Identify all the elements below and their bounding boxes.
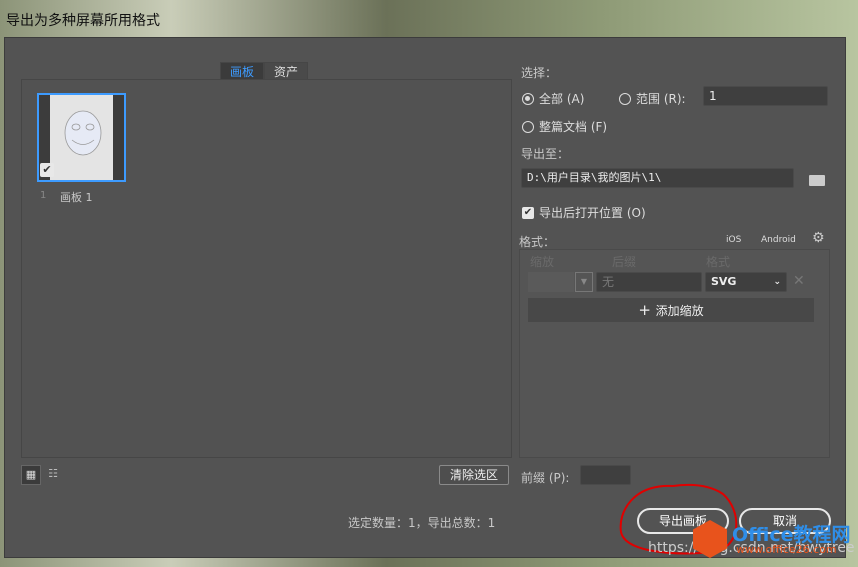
artboard-index: 1: [40, 190, 47, 201]
export-dialog: 画板 资产 ✔ 1 画板 1 ▦ ☷ 清除选区 前缀 (P): 选择： 全部 (…: [4, 37, 846, 558]
radio-whole-document[interactable]: 整篇文档 (F): [522, 118, 607, 135]
android-preset-button[interactable]: Android: [761, 235, 796, 245]
radio-all-label: 全部 (A): [539, 92, 585, 106]
gear-icon[interactable]: ⚙: [812, 230, 825, 246]
format-label: 格式：: [519, 235, 556, 249]
title-bar[interactable]: 导出为多种屏幕所用格式: [0, 0, 858, 36]
grid-view-icon[interactable]: ▦: [21, 465, 41, 485]
watermark-site: www.office26.com: [736, 543, 837, 556]
chevron-down-icon: ⌄: [773, 277, 781, 287]
artboard-preview: [50, 95, 113, 180]
radio-whole-label: 整篇文档 (F): [539, 120, 608, 134]
plus-icon: +: [638, 301, 656, 319]
artboard-checkbox[interactable]: ✔: [40, 163, 54, 177]
clear-selection-button[interactable]: 清除选区: [439, 465, 509, 485]
export-path-input[interactable]: D:\用户目录\我的图片\1\: [521, 168, 794, 188]
radio-all-indicator: [522, 92, 534, 105]
selection-status: 选定数量：1，导出总数：1: [348, 516, 496, 530]
artboard-thumbnail[interactable]: ✔: [37, 93, 126, 182]
window-title: 导出为多种屏幕所用格式: [6, 13, 160, 29]
artboard-panel: ✔ 1 画板 1: [21, 79, 512, 458]
ios-preset-button[interactable]: iOS: [726, 235, 741, 245]
export-to-label: 导出至：: [521, 147, 570, 161]
prefix-label: 前缀 (P):: [521, 471, 570, 485]
format-select-value: SVG: [711, 275, 737, 288]
radio-all[interactable]: 全部 (A): [522, 90, 584, 107]
smiley-face-icon: [64, 110, 102, 156]
col-scale: 缩放: [530, 255, 555, 269]
radio-range[interactable]: 范围 (R):: [619, 90, 686, 107]
radio-range-label: 范围 (R):: [636, 92, 686, 106]
col-format: 格式: [706, 255, 731, 269]
format-select[interactable]: SVG ⌄: [705, 272, 787, 292]
artboard-name: 画板 1: [60, 191, 93, 204]
scale-dropdown-icon[interactable]: ▼: [575, 272, 593, 292]
remove-scale-icon[interactable]: ✕: [793, 273, 805, 289]
suffix-input[interactable]: 无: [596, 272, 702, 292]
add-scale-button[interactable]: + 添加缩放: [528, 298, 814, 322]
scale-input[interactable]: [528, 272, 574, 292]
format-table: 缩放 后缀 格式 ▼ 无 SVG ⌄ ✕ + 添加缩放: [519, 249, 830, 458]
add-scale-label: 添加缩放: [655, 304, 704, 318]
range-input[interactable]: 1: [703, 86, 828, 106]
open-after-export-checkbox[interactable]: ✔ 导出后打开位置 (O): [522, 204, 646, 221]
col-suffix: 后缀: [612, 255, 637, 269]
radio-whole-indicator: [522, 120, 534, 133]
select-label: 选择：: [521, 66, 558, 80]
checkbox-check-icon: ✔: [522, 206, 534, 219]
open-after-label: 导出后打开位置 (O): [539, 206, 646, 220]
radio-range-indicator: [619, 92, 631, 105]
folder-icon[interactable]: [809, 175, 825, 186]
list-view-icon[interactable]: ☷: [43, 465, 63, 485]
